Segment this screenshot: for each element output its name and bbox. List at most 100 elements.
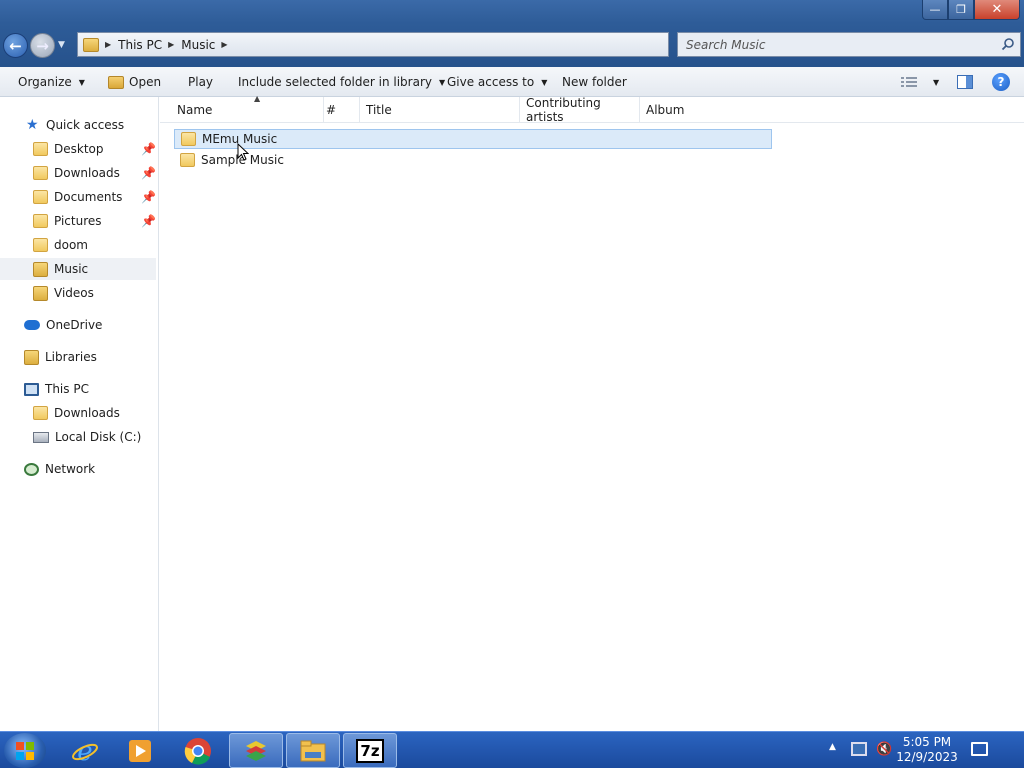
network-tray-icon[interactable] [851, 742, 867, 756]
minimize-button[interactable]: — [922, 0, 948, 20]
nav-pc-downloads[interactable]: Downloads [33, 402, 120, 424]
star-icon: ★ [26, 117, 39, 133]
column-title-label: Title [366, 103, 392, 117]
taskbar-file-explorer[interactable] [286, 733, 340, 768]
music-folder-icon [33, 261, 48, 277]
search-placeholder: Search Music [686, 37, 766, 52]
organize-label: Organize [18, 75, 72, 89]
chevron-right-icon[interactable]: ▶ [105, 40, 111, 49]
forward-button[interactable]: → [30, 33, 55, 58]
taskbar-media-player[interactable] [113, 733, 167, 768]
nav-item-doom[interactable]: doom [33, 234, 153, 256]
navigation-pane: ★ Quick access Desktop 📌 Downloads 📌 Docu… [0, 97, 159, 731]
address-bar[interactable]: ▶ This PC ▶ Music ▶ ▼ ⟲ [77, 32, 737, 57]
recent-locations-dropdown[interactable]: ▼ [58, 40, 65, 50]
action-center-icon[interactable] [971, 742, 988, 756]
taskbar-7zip[interactable]: 7z [343, 733, 397, 768]
file-list: Name ▲ # Title Contributing artists Album… [160, 94, 1024, 731]
back-button[interactable]: ← [3, 33, 28, 58]
nav-label: doom [54, 238, 88, 252]
file-explorer-icon [300, 740, 326, 761]
nav-label: Libraries [45, 350, 97, 364]
give-access-label: Give access to [447, 75, 535, 89]
arrow-right-icon: → [36, 36, 49, 55]
column-name[interactable]: Name ▲ [171, 94, 324, 123]
chevron-down-icon[interactable]: ▼ [933, 78, 939, 87]
nav-item-desktop[interactable]: Desktop [33, 138, 153, 160]
list-item[interactable]: MEmu Music [174, 129, 772, 149]
nav-item-downloads[interactable]: Downloads [33, 162, 153, 184]
taskbar: e 7z ▲ 🔇 5:05 PM 12/9/2023 [0, 731, 1024, 768]
taskbar-internet-explorer[interactable]: e [58, 733, 112, 768]
nav-item-music[interactable]: Music [0, 258, 156, 280]
chevron-right-icon[interactable]: ▶ [221, 40, 227, 49]
libraries-icon [24, 349, 39, 365]
preview-pane-button[interactable] [957, 67, 973, 97]
nav-libraries[interactable]: Libraries [24, 346, 97, 368]
nav-label: Network [45, 462, 96, 476]
give-access-menu[interactable]: Give access to ▼ [447, 67, 547, 97]
close-button[interactable]: ✕ [974, 0, 1020, 20]
nav-label: Videos [54, 286, 94, 300]
column-album[interactable]: Album [640, 97, 770, 123]
folder-icon [33, 238, 48, 252]
pictures-folder-icon [33, 214, 48, 228]
list-item[interactable]: Sample Music [174, 150, 772, 170]
chevron-right-icon[interactable]: ▶ [168, 40, 174, 49]
nav-label: Local Disk (C:) [55, 430, 142, 444]
show-hidden-icons-button[interactable]: ▲ [829, 742, 836, 752]
nav-network[interactable]: Network [24, 458, 95, 480]
maximize-button[interactable]: ❐ [948, 0, 974, 20]
media-player-icon [129, 739, 151, 762]
nav-onedrive[interactable]: OneDrive [24, 314, 102, 336]
desktop-folder-icon [33, 142, 48, 156]
system-clock[interactable]: 5:05 PM 12/9/2023 [896, 735, 958, 765]
change-view-button[interactable]: ▼ [901, 67, 939, 97]
7zip-icon: 7z [356, 738, 384, 763]
nav-quick-access[interactable]: ★ Quick access [26, 114, 124, 136]
command-bar: Organize ▼ Open Play Include selected fol… [0, 67, 1024, 97]
new-folder-button[interactable]: New folder [562, 67, 627, 97]
column-contributing-artists[interactable]: Contributing artists [520, 96, 640, 124]
open-button[interactable]: Open [108, 67, 161, 97]
open-label: Open [129, 75, 162, 89]
column-number-label: # [326, 103, 337, 117]
volume-muted-icon[interactable]: 🔇 [876, 742, 892, 757]
play-button[interactable]: Play [188, 67, 213, 97]
column-title[interactable]: Title [360, 97, 520, 123]
nav-local-disk[interactable]: Local Disk (C:) [33, 426, 141, 448]
nav-label: Documents [54, 190, 123, 204]
play-label: Play [188, 75, 214, 89]
documents-folder-icon [33, 190, 48, 204]
include-in-library-menu[interactable]: Include selected folder in library ▼ [238, 67, 445, 97]
chrome-icon [184, 737, 211, 765]
search-icon[interactable] [1001, 37, 1015, 51]
breadcrumb-music[interactable]: Music [181, 38, 215, 52]
svg-text:e: e [77, 737, 92, 766]
nav-item-documents[interactable]: Documents [33, 186, 153, 208]
nav-label: Downloads [54, 406, 120, 420]
pin-icon: 📌 [141, 214, 156, 228]
column-number[interactable]: # [320, 97, 360, 123]
organize-menu[interactable]: Organize ▼ [18, 67, 85, 97]
nav-label: This PC [45, 382, 89, 396]
help-button[interactable]: ? [992, 73, 1010, 91]
computer-icon [24, 382, 39, 396]
taskbar-chrome[interactable] [171, 733, 225, 768]
search-input[interactable]: Search Music [677, 32, 1021, 57]
windows-logo-icon [16, 741, 34, 760]
nav-item-videos[interactable]: Videos [33, 282, 153, 304]
column-artists-label: Contributing artists [526, 96, 601, 124]
videos-folder-icon [33, 285, 48, 301]
nav-this-pc[interactable]: This PC [24, 378, 89, 400]
nav-item-pictures[interactable]: Pictures [33, 210, 153, 232]
pin-icon: 📌 [141, 166, 156, 180]
internet-explorer-icon: e [72, 737, 98, 766]
taskbar-bluestacks[interactable] [229, 733, 283, 768]
new-folder-label: New folder [562, 75, 627, 89]
arrow-left-icon: ← [9, 36, 22, 55]
folder-icon [180, 153, 195, 167]
breadcrumb-this-pc[interactable]: This PC [118, 38, 162, 52]
details-view-icon [901, 77, 917, 87]
start-button[interactable] [4, 733, 46, 768]
